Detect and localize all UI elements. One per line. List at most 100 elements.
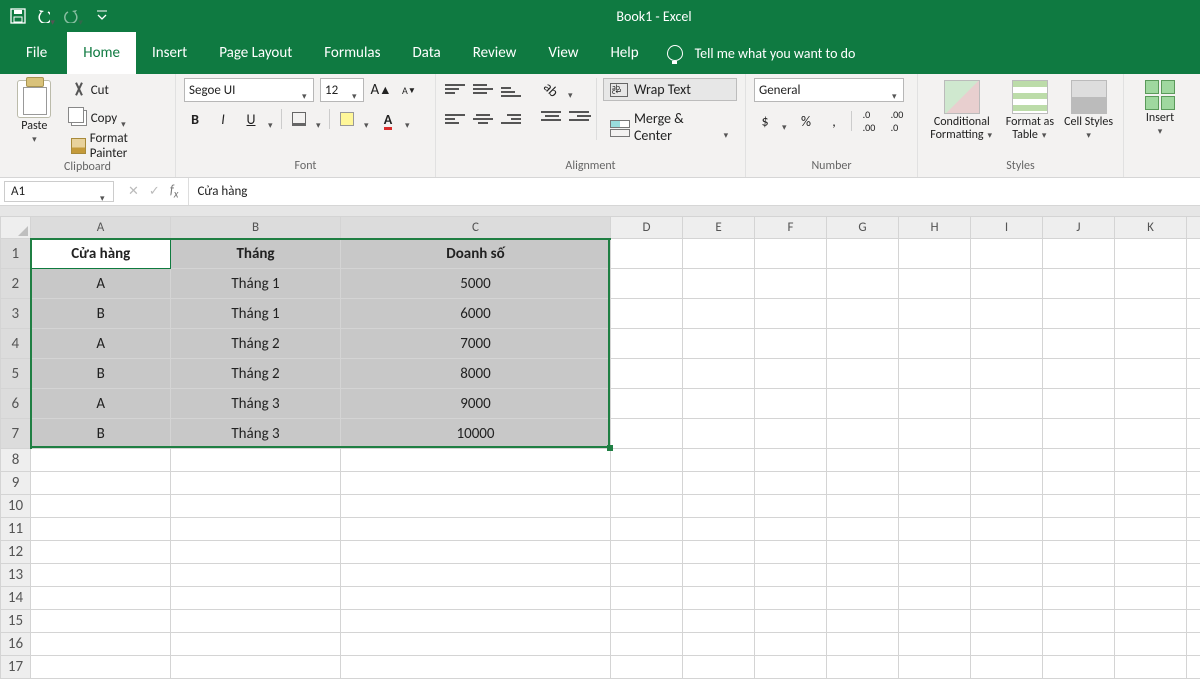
conditional-formatting-button[interactable]: Conditional Formatting <box>926 78 998 142</box>
tab-file[interactable]: File <box>6 32 67 74</box>
borders-button[interactable] <box>288 108 310 130</box>
customize-qat-icon[interactable] <box>92 6 112 26</box>
col-header-G[interactable]: G <box>827 217 899 239</box>
wrap-text-button[interactable]: Wrap Text <box>603 78 737 101</box>
cell-styles-button[interactable]: Cell Styles <box>1062 78 1115 142</box>
col-header-L[interactable]: L <box>1187 217 1200 239</box>
copy-button[interactable]: Copy <box>67 106 167 130</box>
bold-button[interactable]: B <box>184 108 206 130</box>
cell-J1[interactable] <box>1043 239 1115 269</box>
align-right-button[interactable] <box>500 108 522 130</box>
formula-input[interactable]: Cửa hàng <box>189 178 1200 205</box>
borders-more-icon[interactable] <box>316 117 323 121</box>
col-header-K[interactable]: K <box>1115 217 1187 239</box>
insert-function-button[interactable]: fx <box>170 183 179 201</box>
row-header-17[interactable]: 17 <box>1 656 31 679</box>
decrease-decimal-button[interactable]: .00.0 <box>886 110 908 132</box>
tab-data[interactable]: Data <box>396 32 456 74</box>
merge-more-icon[interactable] <box>724 125 730 129</box>
cell-C2[interactable]: 5000 <box>341 269 611 299</box>
row-header-2[interactable]: 2 <box>1 269 31 299</box>
cell-L1[interactable] <box>1187 239 1200 269</box>
comma-button[interactable]: , <box>823 110 845 132</box>
middle-align-button[interactable] <box>472 78 494 100</box>
row-header-7[interactable]: 7 <box>1 419 31 449</box>
cell-C1[interactable]: Doanh số <box>341 239 611 269</box>
cell-D1[interactable] <box>611 239 683 269</box>
row-header-12[interactable]: 12 <box>1 541 31 564</box>
cell-C4[interactable]: 7000 <box>341 329 611 359</box>
col-header-C[interactable]: C <box>341 217 611 239</box>
enter-formula-icon[interactable]: ✓ <box>149 184 160 199</box>
row-header-6[interactable]: 6 <box>1 389 31 419</box>
cell-B6[interactable]: Tháng 3 <box>171 389 341 419</box>
fill-more-icon[interactable] <box>364 117 371 121</box>
row-header-10[interactable]: 10 <box>1 495 31 518</box>
align-center-button[interactable] <box>472 108 494 130</box>
cell-A6[interactable]: A <box>31 389 171 419</box>
cell-F1[interactable] <box>755 239 827 269</box>
row-header-14[interactable]: 14 <box>1 587 31 610</box>
row-header-8[interactable]: 8 <box>1 449 31 472</box>
italic-button[interactable]: I <box>212 108 234 130</box>
decrease-indent-button[interactable] <box>540 108 562 130</box>
tab-review[interactable]: Review <box>457 32 533 74</box>
font-name-combo[interactable]: Segoe UI <box>184 78 314 102</box>
tab-view[interactable]: View <box>532 32 594 74</box>
tab-insert[interactable]: Insert <box>136 32 203 74</box>
cell-A2[interactable]: A <box>31 269 171 299</box>
select-all-button[interactable] <box>1 217 31 239</box>
cell-B4[interactable]: Tháng 2 <box>171 329 341 359</box>
save-icon[interactable] <box>8 6 28 26</box>
orientation-button[interactable]: ab <box>540 78 562 100</box>
tab-page-layout[interactable]: Page Layout <box>203 32 308 74</box>
cell-C7[interactable]: 10000 <box>341 419 611 449</box>
font-color-more-icon[interactable] <box>405 117 412 121</box>
cell-B2[interactable]: Tháng 1 <box>171 269 341 299</box>
paste-button[interactable]: Paste <box>8 78 61 146</box>
redo-more-icon[interactable] <box>78 14 84 18</box>
cell-D2[interactable] <box>611 269 683 299</box>
percent-button[interactable]: % <box>795 110 817 132</box>
col-header-H[interactable]: H <box>899 217 971 239</box>
row-header-4[interactable]: 4 <box>1 329 31 359</box>
worksheet-grid[interactable]: A B C D E F G H I J K L 1 Cửa hàng Tháng… <box>0 216 1200 679</box>
tell-me-search[interactable]: Tell me what you want to do <box>667 32 856 74</box>
bottom-align-button[interactable] <box>500 78 522 100</box>
cut-button[interactable]: Cut <box>67 78 167 102</box>
row-header-1[interactable]: 1 <box>1 239 31 269</box>
cell-B3[interactable]: Tháng 1 <box>171 299 341 329</box>
cell-C5[interactable]: 8000 <box>341 359 611 389</box>
cell-H1[interactable] <box>899 239 971 269</box>
row-header-5[interactable]: 5 <box>1 359 31 389</box>
number-format-combo[interactable]: General <box>754 78 904 102</box>
increase-decimal-button[interactable]: .0.00 <box>858 110 880 132</box>
cell-A1[interactable]: Cửa hàng <box>31 239 171 269</box>
orientation-more-icon[interactable] <box>568 87 575 91</box>
increase-font-button[interactable]: A▲ <box>370 79 392 101</box>
row-header-15[interactable]: 15 <box>1 610 31 633</box>
col-header-I[interactable]: I <box>971 217 1043 239</box>
top-align-button[interactable] <box>444 78 466 100</box>
fill-color-button[interactable] <box>336 108 358 130</box>
cancel-formula-icon[interactable]: ✕ <box>128 184 139 199</box>
copy-more-icon[interactable] <box>121 116 128 120</box>
col-header-F[interactable]: F <box>755 217 827 239</box>
undo-icon[interactable] <box>36 6 56 26</box>
accounting-more-icon[interactable] <box>782 119 789 123</box>
accounting-format-button[interactable]: $ <box>754 110 776 132</box>
decrease-font-button[interactable]: A▼ <box>398 79 420 101</box>
cell-B1[interactable]: Tháng <box>171 239 341 269</box>
row-header-16[interactable]: 16 <box>1 633 31 656</box>
increase-indent-button[interactable] <box>568 108 590 130</box>
tab-help[interactable]: Help <box>594 32 654 74</box>
cell-C3[interactable]: 6000 <box>341 299 611 329</box>
tab-home[interactable]: Home <box>67 32 136 74</box>
format-painter-button[interactable]: Format Painter <box>67 134 167 158</box>
selection-handle[interactable] <box>607 445 613 451</box>
cell-K1[interactable] <box>1115 239 1187 269</box>
col-header-J[interactable]: J <box>1043 217 1115 239</box>
cell-I1[interactable] <box>971 239 1043 269</box>
cell-E1[interactable] <box>683 239 755 269</box>
row-header-11[interactable]: 11 <box>1 518 31 541</box>
